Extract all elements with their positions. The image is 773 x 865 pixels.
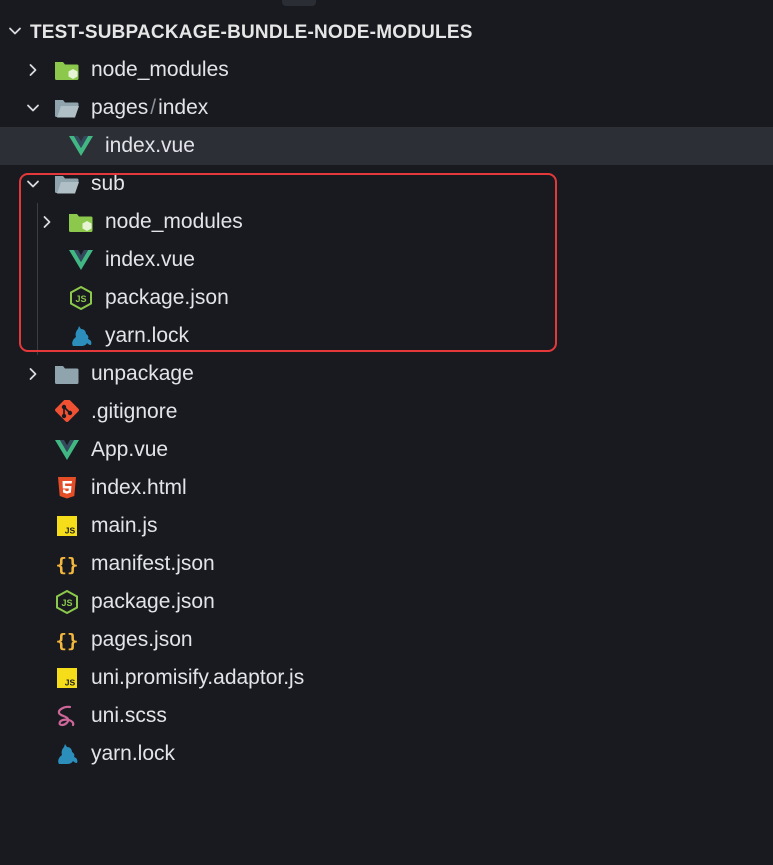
chevron-right-icon: [29, 368, 37, 380]
tree-item-app-vue[interactable]: App.vue: [0, 431, 773, 469]
explorer-root-title: TEST-SUBPACKAGE-BUNDLE-NODE-MODULES: [30, 22, 473, 43]
tree-item-label: main.js: [91, 514, 158, 537]
svg-text:JS: JS: [65, 678, 76, 688]
tree-item-label: unpackage: [91, 362, 194, 385]
json-braces-icon: {}: [56, 554, 79, 576]
tree-item-pages-index-vue[interactable]: index.vue: [0, 127, 773, 165]
js-icon: JS: [57, 668, 77, 688]
tree-item-pages-index[interactable]: pages/index: [0, 89, 773, 127]
tree-item-pages-json[interactable]: {} pages.json: [0, 621, 773, 659]
tree-item-label: .gitignore: [91, 400, 178, 423]
svg-text:{}: {}: [56, 630, 79, 652]
tree-item-uni-scss[interactable]: uni.scss: [0, 697, 773, 735]
sass-icon: [57, 705, 75, 727]
path-segment: index: [158, 96, 209, 119]
js-icon: JS: [57, 516, 77, 536]
highlight-box: [19, 173, 557, 352]
html5-icon: [58, 477, 76, 499]
tree-item-label: uni.scss: [91, 704, 167, 727]
tree-item-label: node_modules: [91, 58, 229, 81]
tree-item-yarn-lock[interactable]: yarn.lock: [0, 735, 773, 773]
json-braces-icon: {}: [56, 630, 79, 652]
git-icon: [55, 400, 79, 422]
tree-item-label: pages/index: [91, 96, 208, 120]
tree-item-label: pages.json: [91, 628, 193, 651]
explorer-root-header[interactable]: TEST-SUBPACKAGE-BUNDLE-NODE-MODULES: [0, 12, 773, 52]
vue-icon: [69, 136, 93, 156]
file-explorer: TEST-SUBPACKAGE-BUNDLE-NODE-MODULES node…: [0, 0, 773, 865]
folder-icon: [55, 366, 79, 384]
yarn-icon: [58, 744, 78, 764]
drag-handle[interactable]: [282, 0, 316, 6]
tree-item-label: yarn.lock: [91, 742, 176, 765]
tree-item-node-modules[interactable]: node_modules: [0, 51, 773, 89]
path-segment: pages: [91, 96, 149, 119]
svg-text:JS: JS: [61, 598, 72, 608]
chevron-right-icon: [29, 64, 37, 76]
tree-item-manifest-json[interactable]: {} manifest.json: [0, 545, 773, 583]
tree-item-label: uni.promisify.adaptor.js: [91, 666, 305, 689]
tree-item-unpackage[interactable]: unpackage: [0, 355, 773, 393]
tree-item-uni-promisify-adaptor-js[interactable]: JS uni.promisify.adaptor.js: [0, 659, 773, 697]
vue-icon: [55, 440, 79, 460]
tree-item-index-html[interactable]: index.html: [0, 469, 773, 507]
tree-item-package-json[interactable]: JS package.json: [0, 583, 773, 621]
tree-item-gitignore[interactable]: .gitignore: [0, 393, 773, 431]
path-separator: /: [150, 96, 157, 119]
svg-text:{}: {}: [56, 554, 79, 576]
chevron-down-icon: [9, 27, 21, 35]
chevron-down-icon: [27, 104, 39, 112]
tree-item-label: index.vue: [105, 134, 195, 157]
tree-item-main-js[interactable]: JS main.js: [0, 507, 773, 545]
nodejs-icon: JS: [56, 590, 78, 614]
node-folder-icon: [55, 62, 79, 80]
open-folder-icon: [54, 100, 79, 118]
tree-item-label: App.vue: [91, 438, 169, 461]
svg-text:JS: JS: [65, 526, 76, 536]
tree-item-label: index.html: [91, 476, 187, 499]
tree-item-label: manifest.json: [91, 552, 215, 575]
tree-item-label: package.json: [91, 590, 215, 613]
